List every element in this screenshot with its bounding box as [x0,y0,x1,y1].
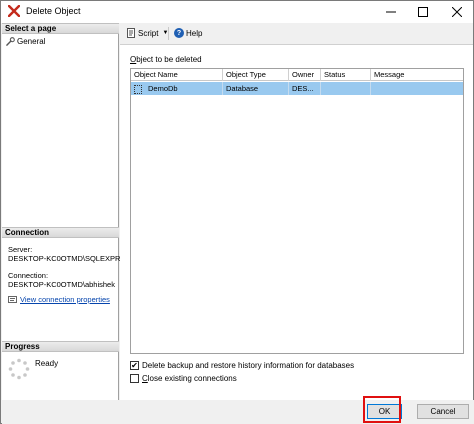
row-object-name: DemoDb [148,84,178,93]
minimize-button[interactable] [375,1,407,23]
ok-highlight-annotation [363,396,401,423]
delete-x-icon [8,5,20,17]
row-object-name-cell: DemoDb [131,82,223,95]
column-header-object-type[interactable]: Object Type [223,69,289,81]
right-pane: Script ▼ ? Help Object to be deleted Obj… [120,23,473,400]
table-row[interactable]: DemoDb Database DES... [131,82,463,95]
object-label-text: bject to be deleted [136,55,202,64]
maximize-icon [418,7,428,17]
close-connections-text: lose existing connections [147,374,237,383]
server-label: Server: [8,245,33,254]
properties-icon [8,296,17,303]
delete-backup-checkbox[interactable]: ✔ [130,361,139,370]
server-value: DESKTOP-KC0OTMD\SQLEXPR [8,254,121,263]
view-connection-properties-link[interactable]: View connection properties [8,295,110,304]
left-pane: Select a page General Connection Server:… [2,23,121,400]
connection-header: Connection [2,227,119,238]
row-focus-marker [134,84,142,94]
script-button[interactable]: Script ▼ [126,28,168,38]
help-icon: ? [174,28,184,38]
row-object-type: Database [223,82,289,95]
delete-backup-history-option[interactable]: ✔ Delete backup and restore history info… [130,361,354,370]
close-connections-option[interactable]: Close existing connections [130,374,237,383]
progress-spinner-icon [8,358,30,380]
button-bar [2,400,474,424]
row-message [371,82,463,95]
window-title: Delete Object [26,6,81,16]
close-connections-checkbox[interactable] [130,374,139,383]
row-owner: DES... [289,82,321,95]
script-label: Script [138,28,159,38]
connection-value: DESKTOP-KC0OTMD\abhishek [8,280,115,289]
column-header-object-name[interactable]: Object Name [131,69,223,81]
wrench-icon [6,36,15,46]
close-connections-label: Close existing connections [142,374,237,383]
progress-status: Ready [35,359,59,368]
connection-label: Connection: [8,271,49,280]
close-button[interactable] [441,1,473,23]
toolbar-separator [168,27,169,40]
objects-grid[interactable]: Object Name Object Type Owner Status Mes… [130,68,464,354]
column-header-status[interactable]: Status [321,69,371,81]
column-header-owner[interactable]: Owner [289,69,321,81]
minimize-icon [386,11,396,13]
delete-object-dialog: Delete Object Select a page General Conn… [0,0,474,424]
maximize-button[interactable] [407,1,439,23]
title-bar: Delete Object [1,1,473,23]
column-header-message[interactable]: Message [371,69,463,81]
close-icon [452,7,462,17]
page-item-label: General [17,36,46,46]
delete-backup-label: Delete backup and restore history inform… [142,361,355,370]
view-connection-properties-label: View connection properties [20,295,110,304]
toolbar: Script ▼ ? Help [120,23,473,45]
object-to-delete-label: Object to be deleted [130,55,202,64]
progress-header: Progress [2,341,119,352]
script-icon [127,28,135,38]
select-page-header: Select a page [2,23,119,34]
help-label: Help [186,28,203,38]
cancel-button[interactable]: Cancel [417,404,469,419]
grid-header: Object Name Object Type Owner Status Mes… [131,69,463,81]
row-status [321,82,371,95]
page-item-general[interactable]: General [6,36,45,46]
help-button[interactable]: ? Help [174,28,202,38]
